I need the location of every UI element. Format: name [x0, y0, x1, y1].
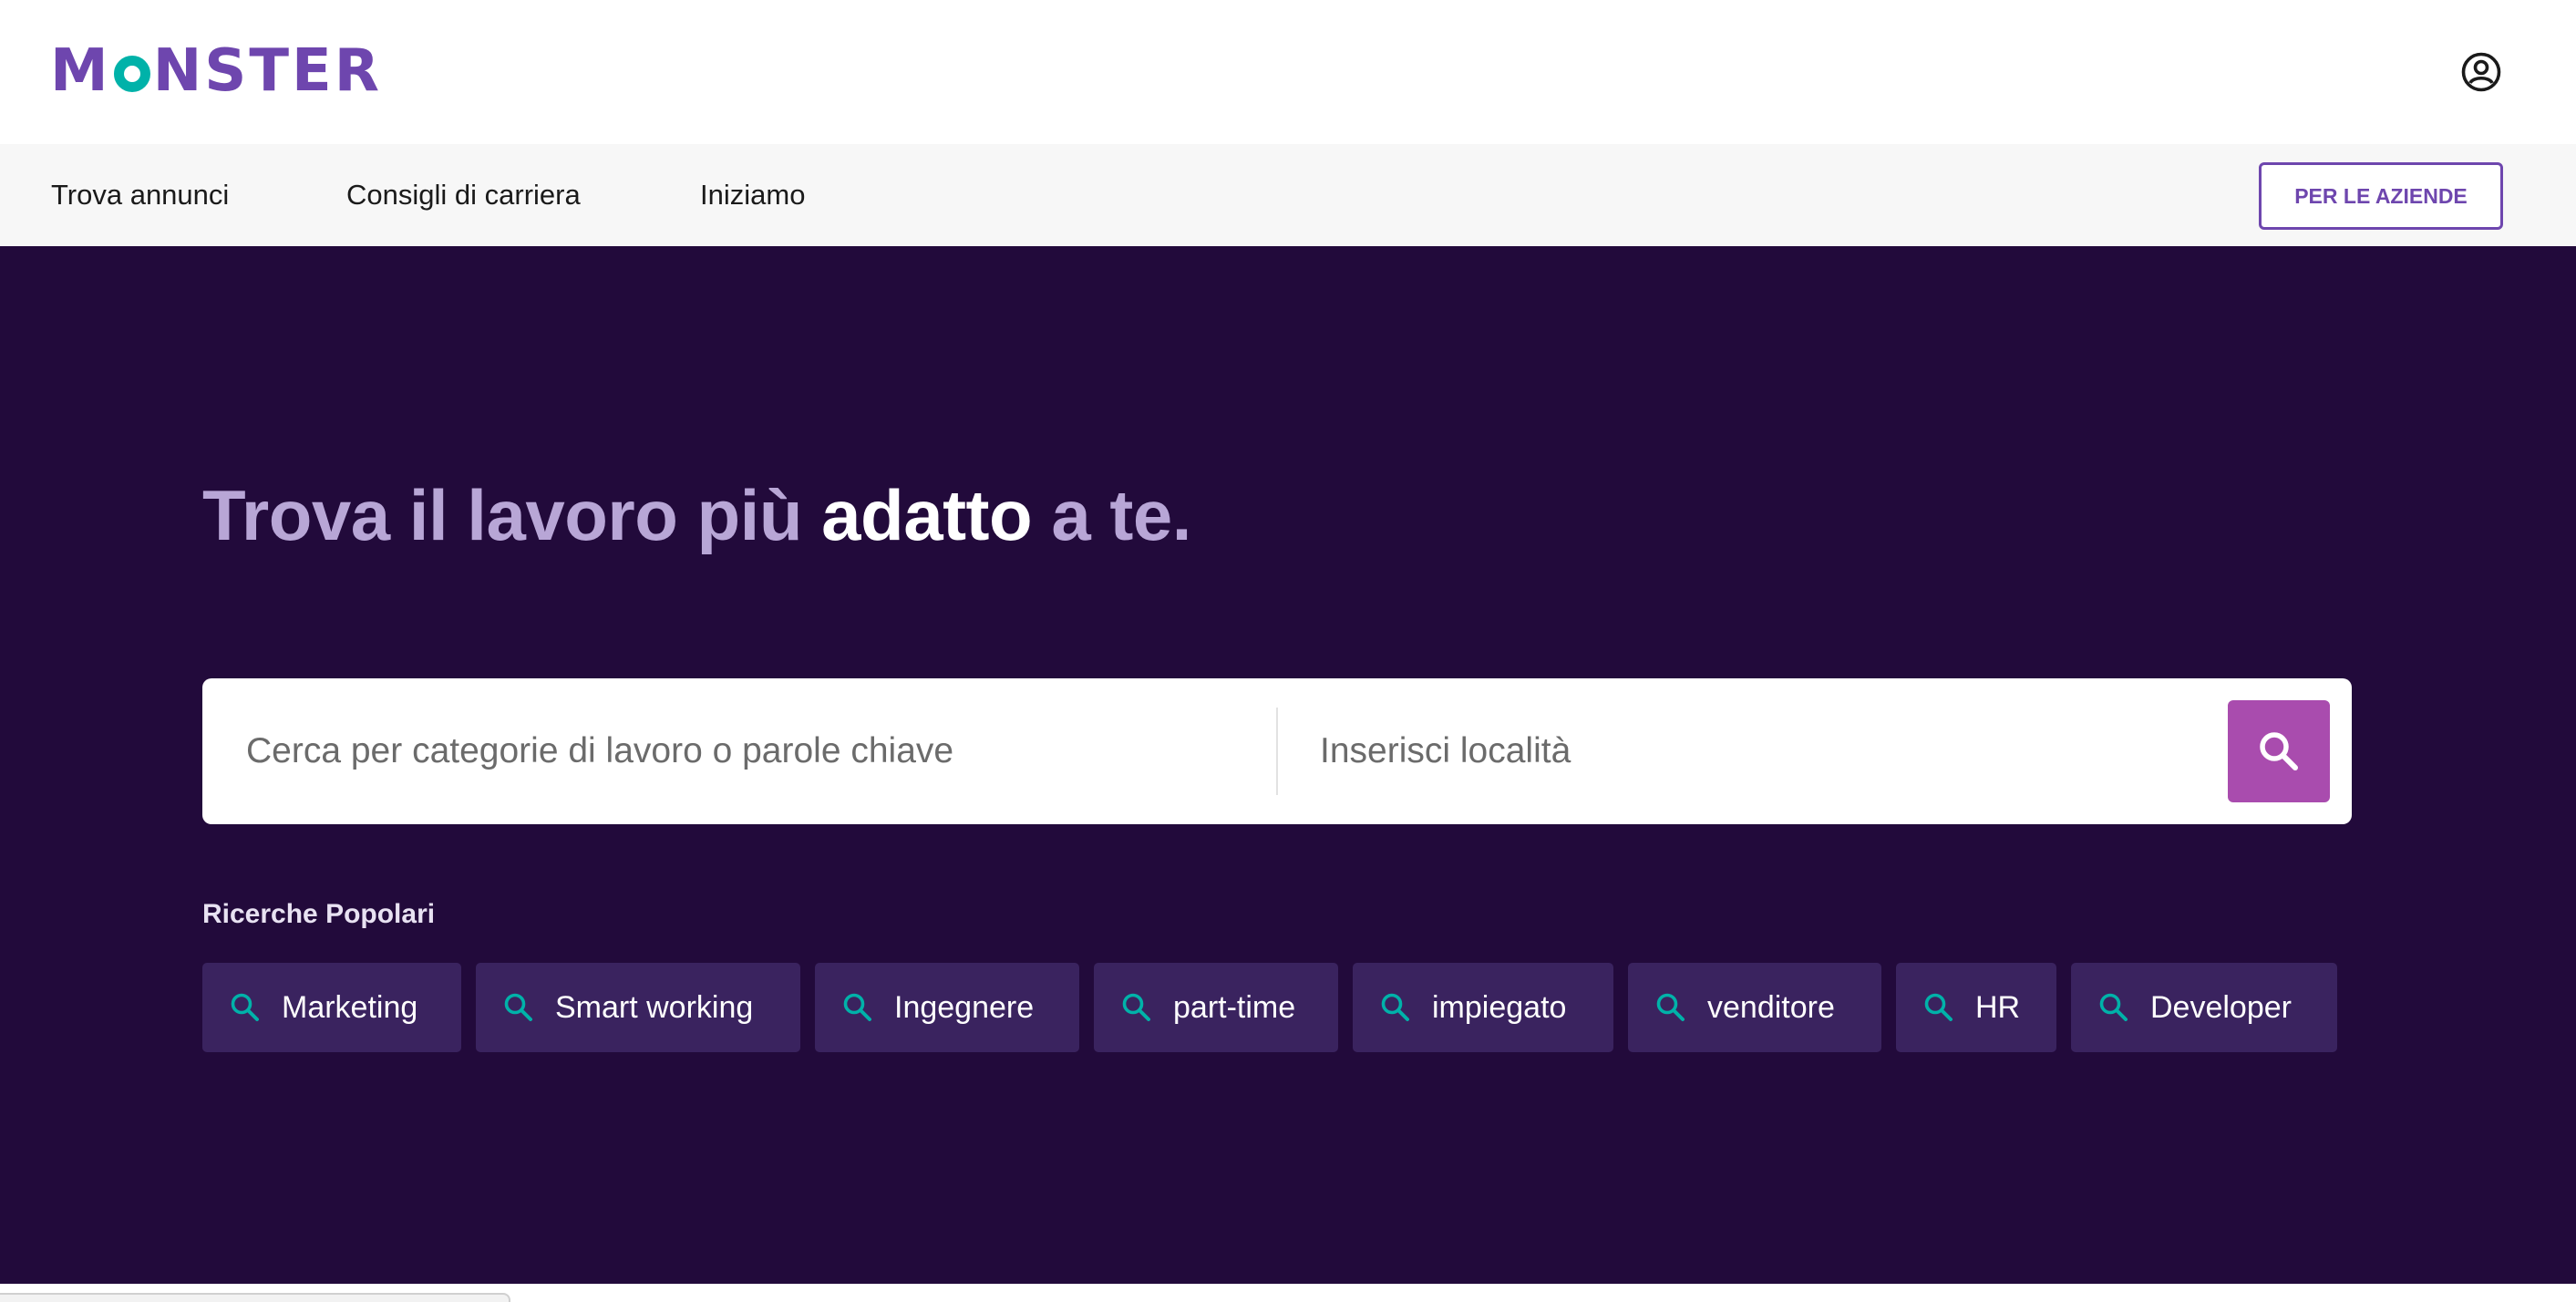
popular-chip-smart-working[interactable]: Smart working — [476, 963, 800, 1052]
search-icon — [1656, 993, 1685, 1021]
hero-headline: Trova il lavoro più adatto a te. — [202, 474, 1191, 557]
chip-label: Marketing — [282, 989, 418, 1025]
nav-iniziamo[interactable]: Iniziamo — [700, 144, 805, 246]
popular-chip-hr[interactable]: HR — [1896, 963, 2056, 1052]
keyword-search-input[interactable] — [202, 678, 1276, 824]
chip-label: Smart working — [555, 989, 754, 1025]
chip-label: HR — [1975, 989, 2021, 1025]
main-nav: Trova annunci Consigli di carriera Inizi… — [0, 144, 2576, 246]
chip-label: part-time — [1173, 989, 1296, 1025]
headline-text-end: a te. — [1032, 475, 1191, 555]
popular-chip-marketing[interactable]: Marketing — [202, 963, 461, 1052]
hero-section: Trova il lavoro più adatto a te. Ricerch… — [0, 246, 2576, 1284]
nav-trova-annunci[interactable]: Trova annunci — [51, 144, 229, 246]
popular-chip-ingegnere[interactable]: Ingegnere — [815, 963, 1079, 1052]
popular-chip-part-time[interactable]: part-time — [1094, 963, 1338, 1052]
top-header: M NSTER — [0, 0, 2576, 144]
location-input[interactable] — [1278, 678, 2190, 824]
chip-label: Developer — [2150, 989, 2292, 1025]
search-icon — [1381, 993, 1409, 1021]
headline-text-start: Trova il lavoro più — [202, 475, 822, 555]
chip-label: impiegato — [1432, 989, 1567, 1025]
chip-label: Ingegnere — [894, 989, 1035, 1025]
for-business-button[interactable]: PER LE AZIENDE — [2259, 162, 2503, 230]
user-circle-icon[interactable] — [2460, 51, 2502, 93]
search-icon — [843, 993, 871, 1021]
nav-consigli-di-carriera[interactable]: Consigli di carriera — [346, 144, 581, 246]
horizontal-scrollbar[interactable] — [0, 1293, 510, 1302]
logo-text: M NSTER — [50, 40, 382, 102]
search-icon — [1122, 993, 1150, 1021]
logo-letters-nster: NSTER — [152, 37, 382, 105]
search-icon — [2099, 993, 2128, 1021]
headline-accent: adatto — [821, 475, 1033, 555]
popular-chip-impiegato[interactable]: impiegato — [1353, 963, 1613, 1052]
search-icon — [504, 993, 532, 1021]
chip-label: venditore — [1707, 989, 1835, 1025]
search-icon — [1924, 993, 1953, 1021]
search-icon — [231, 993, 259, 1021]
logo-letter-m: M — [50, 37, 111, 105]
logo-o-ring — [113, 56, 150, 92]
monster-logo[interactable]: M NSTER — [50, 40, 382, 102]
job-search-bar — [202, 678, 2352, 824]
popular-chip-venditore[interactable]: venditore — [1628, 963, 1881, 1052]
popular-chip-developer[interactable]: Developer — [2071, 963, 2337, 1052]
popular-searches-label: Ricerche Popolari — [202, 899, 436, 929]
search-icon — [2260, 732, 2298, 770]
search-submit-button[interactable] — [2228, 700, 2330, 802]
